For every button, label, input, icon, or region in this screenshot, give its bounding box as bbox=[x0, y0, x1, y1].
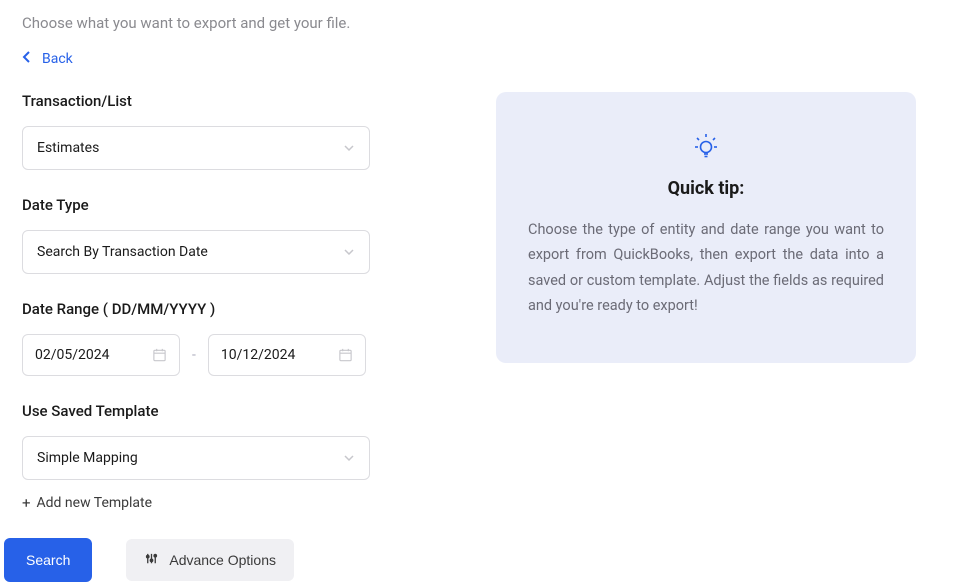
date-type-section: Date Type Search By Transaction Date bbox=[22, 196, 492, 274]
calendar-icon bbox=[338, 347, 353, 363]
back-link-label: Back bbox=[42, 51, 73, 67]
transaction-list-select[interactable]: Estimates bbox=[22, 126, 370, 170]
chevron-down-icon bbox=[343, 144, 355, 152]
date-range-section: Date Range ( DD/MM/YYYY ) 02/05/2024 - 1… bbox=[22, 300, 492, 376]
template-value: Simple Mapping bbox=[37, 450, 138, 466]
add-template-link[interactable]: + Add new Template bbox=[22, 494, 152, 512]
date-type-value: Search By Transaction Date bbox=[37, 244, 208, 260]
date-type-label: Date Type bbox=[22, 196, 492, 214]
transaction-list-section: Transaction/List Estimates bbox=[22, 92, 492, 170]
chevron-left-icon bbox=[22, 50, 32, 68]
calendar-icon bbox=[152, 347, 167, 363]
add-template-label: Add new Template bbox=[37, 495, 153, 511]
template-select[interactable]: Simple Mapping bbox=[22, 436, 370, 480]
template-label: Use Saved Template bbox=[22, 402, 492, 420]
transaction-list-label: Transaction/List bbox=[22, 92, 492, 110]
date-to-value: 10/12/2024 bbox=[221, 347, 296, 363]
quick-tip-title: Quick tip: bbox=[528, 178, 884, 199]
chevron-down-icon bbox=[343, 248, 355, 256]
quick-tip-text: Choose the type of entity and date range… bbox=[528, 217, 884, 319]
template-section: Use Saved Template Simple Mapping + Add … bbox=[22, 402, 492, 512]
plus-icon: + bbox=[22, 494, 31, 512]
advance-options-button[interactable]: Advance Options bbox=[126, 539, 294, 581]
action-bar: Search Advance Options bbox=[4, 538, 294, 584]
date-from-input[interactable]: 02/05/2024 bbox=[22, 334, 180, 376]
sliders-icon bbox=[144, 551, 159, 569]
quick-tip-panel: Quick tip: Choose the type of entity and… bbox=[496, 92, 916, 363]
back-link[interactable]: Back bbox=[0, 32, 95, 92]
transaction-list-value: Estimates bbox=[37, 140, 99, 156]
bulb-icon bbox=[528, 132, 884, 160]
date-separator: - bbox=[192, 347, 196, 363]
chevron-down-icon bbox=[343, 454, 355, 462]
date-type-select[interactable]: Search By Transaction Date bbox=[22, 230, 370, 274]
search-button[interactable]: Search bbox=[4, 538, 92, 582]
advance-options-label: Advance Options bbox=[169, 552, 276, 568]
date-from-value: 02/05/2024 bbox=[35, 347, 110, 363]
export-form: Transaction/List Estimates Date Type Sea… bbox=[22, 92, 492, 538]
date-range-label: Date Range ( DD/MM/YYYY ) bbox=[22, 300, 492, 318]
date-to-input[interactable]: 10/12/2024 bbox=[208, 334, 366, 376]
page-subtitle: Choose what you want to export and get y… bbox=[0, 0, 972, 32]
